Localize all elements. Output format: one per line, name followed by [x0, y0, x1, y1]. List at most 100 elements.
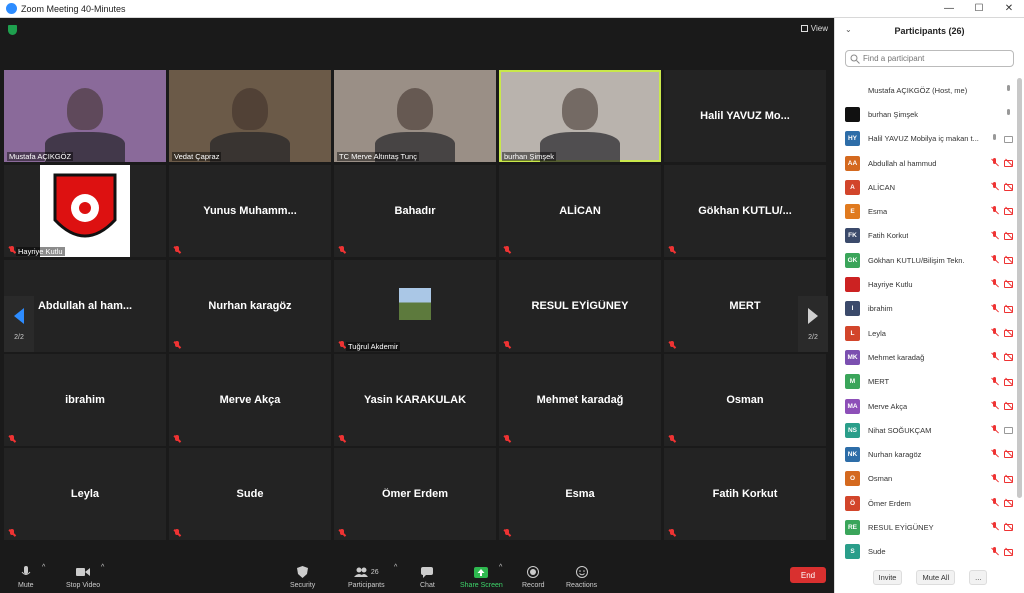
participant-row[interactable]: M MERT [835, 370, 1017, 394]
participant-search-box[interactable] [845, 50, 1014, 67]
tile-display-name: Ömer Erdem [381, 488, 449, 500]
stop-video-button[interactable]: Stop Video [66, 566, 100, 589]
participant-row[interactable]: HY Halil YAVUZ Mobilya iç makan t... [835, 127, 1017, 151]
participant-name: MERT [868, 377, 890, 387]
share-screen-button[interactable]: Share Screen [460, 566, 503, 589]
participant-row[interactable]: L Leyla [835, 321, 1017, 345]
share-options-caret[interactable]: ^ [499, 564, 502, 571]
record-button[interactable]: Record [522, 566, 545, 589]
tile-display-name: Leyla [70, 488, 100, 500]
video-tile[interactable]: burhan Şimşek [499, 70, 661, 162]
participant-row[interactable]: NK Nurhan karagöz [835, 442, 1017, 466]
avatar: FK [845, 228, 860, 244]
chat-label: Chat [420, 582, 435, 589]
mute-options-caret[interactable]: ^ [42, 564, 45, 571]
encryption-shield-icon[interactable] [8, 25, 17, 35]
participants-button[interactable]: 26 Participants [348, 566, 385, 589]
participants-scrollbar[interactable] [1017, 78, 1022, 498]
participant-name: ALİCAN [868, 182, 896, 192]
participant-row[interactable]: E Esma [835, 199, 1017, 223]
video-tile[interactable]: Osman [664, 354, 826, 446]
end-meeting-button[interactable]: End [790, 567, 826, 583]
participant-row[interactable]: Ö Ömer Erdem [835, 491, 1017, 515]
video-tile[interactable]: TC Merve Altıntaş Tunç [334, 70, 496, 162]
participants-options-caret[interactable]: ^ [394, 564, 397, 571]
invite-button[interactable]: Invite [872, 569, 903, 585]
video-options-caret[interactable]: ^ [101, 564, 104, 571]
video-tile[interactable]: Gökhan KUTLU/... [664, 165, 826, 257]
collapse-chevron-icon[interactable]: ⌄ [845, 25, 852, 34]
muted-mic-icon [668, 341, 676, 349]
video-tile[interactable]: Vedat Çapraz [169, 70, 331, 162]
muted-mic-icon [990, 522, 999, 531]
participant-row[interactable]: Mustafa AÇIKGÖZ (Host, me) [835, 78, 1017, 102]
video-tile[interactable]: Nurhan karagöz [169, 260, 331, 352]
video-tile[interactable]: Merve Akça [169, 354, 331, 446]
participant-name: ibrahim [868, 304, 893, 314]
participant-row[interactable]: FK Fatih Korkut [835, 224, 1017, 248]
participant-row[interactable]: Hayriye Kutlu [835, 272, 1017, 296]
participant-row[interactable]: AA Abdullah al hammud [835, 151, 1017, 175]
video-tile[interactable]: Leyla [4, 448, 166, 540]
muted-mic-icon [8, 529, 16, 537]
participant-row[interactable]: NS Nihat SOĞUKÇAM [835, 418, 1017, 442]
participant-search-input[interactable] [863, 54, 1003, 63]
video-tile[interactable]: Mehmet karadağ [499, 354, 661, 446]
avatar: Ö [845, 495, 860, 511]
participant-name: Hayriye Kutlu [868, 280, 913, 290]
video-tile[interactable]: ibrahim [4, 354, 166, 446]
security-button[interactable]: Security [290, 566, 315, 589]
mute-all-button[interactable]: Mute All [916, 569, 956, 585]
close-window-button[interactable]: ✕ [994, 0, 1024, 17]
video-tile[interactable]: Fatih Korkut [664, 448, 826, 540]
video-tile[interactable]: Bahadır [334, 165, 496, 257]
avatar [845, 277, 860, 293]
video-tile[interactable]: ALİCAN [499, 165, 661, 257]
participants-panel: ⌄ Participants (26) Mustafa AÇIKGÖZ (Hos… [834, 18, 1024, 593]
view-button[interactable]: View [800, 24, 828, 33]
participant-row[interactable]: MA Merve Akça [835, 394, 1017, 418]
avatar: MK [845, 349, 860, 365]
video-tile[interactable]: Mustafa AÇIKGÖZ [4, 70, 166, 162]
minimize-button[interactable]: — [934, 0, 964, 17]
participant-name: Nihat SOĞUKÇAM [868, 425, 932, 435]
participant-row[interactable]: MK Mehmet karadağ [835, 345, 1017, 369]
mute-button[interactable]: Mute [18, 566, 34, 589]
participant-row[interactable]: GK Gökhan KUTLU/Bilişim Tekn. [835, 248, 1017, 272]
video-tile[interactable]: Ömer Erdem [334, 448, 496, 540]
muted-mic-icon [173, 341, 181, 349]
video-tile[interactable]: Yasin KARAKULAK [334, 354, 496, 446]
maximize-button[interactable]: ☐ [964, 0, 994, 17]
avatar [845, 106, 860, 122]
participant-status-icons [990, 522, 1013, 532]
participant-name: Halil YAVUZ Mobilya iç makan t... [868, 134, 979, 144]
muted-mic-icon [668, 529, 676, 537]
tile-name-label: TC Merve Altıntaş Tunç [337, 152, 419, 161]
participant-row[interactable]: RE RESUL EYİGÜNEY [835, 515, 1017, 539]
participant-row[interactable]: A ALİCAN [835, 175, 1017, 199]
more-options-button[interactable]: ... [969, 569, 988, 585]
camera-off-icon [1004, 449, 1013, 459]
muted-mic-icon [990, 425, 999, 434]
video-tile[interactable]: Esma [499, 448, 661, 540]
participant-row[interactable]: Iibrahim [835, 297, 1017, 321]
participants-panel-header: ⌄ Participants (26) [835, 18, 1024, 44]
video-tile[interactable]: RESUL EYİGÜNEY [499, 260, 661, 352]
video-tile[interactable]: Halil YAVUZ Mo... [664, 70, 826, 162]
participant-row[interactable]: O Osman [835, 467, 1017, 491]
muted-mic-icon [990, 449, 999, 458]
video-tile[interactable]: Yunus Muhamm... [169, 165, 331, 257]
tile-display-name: Yunus Muhamm... [203, 205, 297, 217]
previous-page-button[interactable]: 2/2 [4, 296, 34, 352]
video-tile[interactable]: Sude [169, 448, 331, 540]
video-tile[interactable]: Tuğrul Akdemir [334, 260, 496, 352]
chat-button[interactable]: Chat [420, 566, 435, 589]
reactions-button[interactable]: Reactions [566, 566, 597, 589]
next-page-button[interactable]: 2/2 [798, 296, 828, 352]
video-tile[interactable]: Hayriye Kutlu [4, 165, 166, 257]
muted-mic-icon [990, 498, 999, 507]
participant-row[interactable]: burhan Şimşek [835, 102, 1017, 126]
avatar: L [845, 325, 860, 341]
muted-mic-icon [990, 546, 999, 556]
video-camera-icon [76, 566, 91, 578]
